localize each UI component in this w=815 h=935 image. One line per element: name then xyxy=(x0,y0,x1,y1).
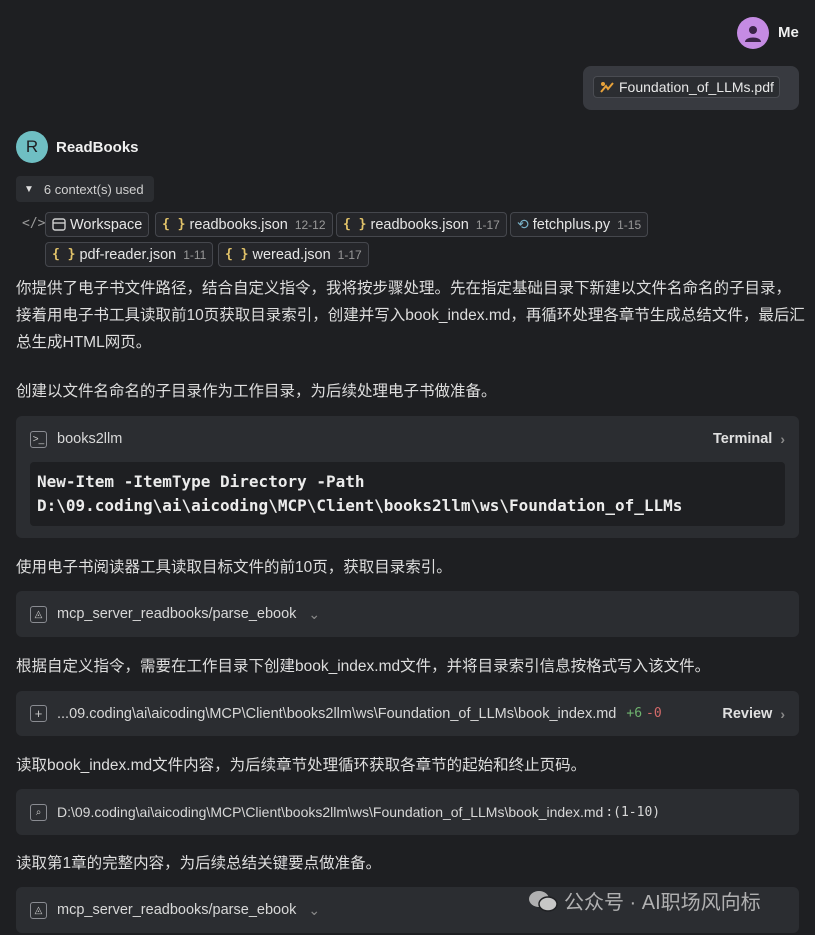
plus-icon: + xyxy=(30,705,47,722)
step-text-2: 使用电子书阅读器工具读取目标文件的前10页，获取目录索引。 xyxy=(16,559,452,576)
step-text-5: 读取第1章的完整内容，为后续总结关键要点做准备。 xyxy=(16,855,382,872)
user-name: Me xyxy=(778,24,799,41)
assistant-intro-text: 你提供了电子书文件路径，结合自定义指令，我将按步骤处理。先在指定基础目录下新建以… xyxy=(16,280,805,351)
json-icon: { } xyxy=(343,217,367,232)
tool-call-label: mcp_server_readbooks/parse_ebook xyxy=(57,606,297,622)
context-chip-range: 1-15 xyxy=(617,217,642,232)
chevron-down-icon[interactable]: ⌄ xyxy=(308,902,320,919)
assistant-avatar-letter: R xyxy=(25,137,39,156)
file-read-card[interactable]: ⌕ D:\09.coding\ai\aicoding\MCP\Client\bo… xyxy=(16,789,799,835)
attachment-name: Foundation_of_LLMs.pdf xyxy=(619,79,774,95)
context-chip-fetchplus-py[interactable]: ⟲ fetchplus.py 1-15 xyxy=(510,212,649,237)
chevron-right-icon: › xyxy=(780,431,785,447)
context-chip-name: readbooks.json xyxy=(370,216,469,233)
assistant-name: ReadBooks xyxy=(56,139,139,156)
json-icon: { } xyxy=(52,247,76,262)
assistant-avatar: R xyxy=(16,131,48,163)
context-chip-readbooks-json[interactable]: { } readbooks.json 1-17 xyxy=(336,212,507,237)
watermark-text: 公众号 · AI职场风向标 xyxy=(564,892,761,914)
review-button[interactable]: Review › xyxy=(722,706,785,722)
chevron-down-icon: ▼ xyxy=(24,183,34,195)
wechat-icon xyxy=(529,890,558,912)
context-chip-range: 1-11 xyxy=(183,247,207,262)
pdf-file-icon xyxy=(600,82,614,93)
context-chip-name: pdf-reader.json xyxy=(79,246,177,263)
context-chip-name: fetchplus.py xyxy=(532,216,611,233)
command-line: D:\09.coding\ai\aicoding\MCP\Client\book… xyxy=(37,496,683,515)
step-text-4: 读取book_index.md文件内容，为后续章节处理循环获取各章节的起始和终止… xyxy=(16,757,587,774)
json-icon: { } xyxy=(225,247,249,262)
tool-call-card[interactable]: ◬ mcp_server_readbooks/parse_ebook ⌄ xyxy=(16,591,799,637)
context-chip-name: Workspace xyxy=(70,216,143,233)
file-edit-card: + ...09.coding\ai\aicoding\MCP\Client\bo… xyxy=(16,691,799,736)
context-chip-pdf-reader-json[interactable]: { } pdf-reader.json 1-11 xyxy=(45,242,214,267)
open-terminal-button[interactable]: Terminal › xyxy=(713,431,785,447)
step-text-1: 创建以文件名命名的子目录作为工作目录，为后续处理电子书做准备。 xyxy=(16,383,497,400)
context-chip-weread-json[interactable]: { } weread.json 1-17 xyxy=(218,242,369,267)
context-chip-range: 12-12 xyxy=(294,217,326,232)
context-chip-workspace[interactable]: Workspace xyxy=(45,212,150,237)
terminal-icon: >_ xyxy=(30,430,47,448)
read-file-range: :(1-10) xyxy=(605,804,661,820)
workspace-icon xyxy=(52,218,66,231)
tool-icon: ◬ xyxy=(30,605,47,623)
lines-removed: -0 xyxy=(646,706,662,721)
user-message-bubble: Foundation_of_LLMs.pdf xyxy=(583,66,799,110)
context-chip-readbooks-json[interactable]: { } readbooks.json 12-12 xyxy=(155,212,333,237)
python-icon: ⟲ xyxy=(517,216,529,232)
context-chip-name: readbooks.json xyxy=(189,216,288,233)
contexts-toggle[interactable]: ▼ 6 context(s) used xyxy=(16,176,154,202)
tool-icon: ◬ xyxy=(30,901,47,919)
review-label: Review xyxy=(722,705,773,722)
context-chip-range: 1-17 xyxy=(337,247,362,262)
command-line: New-Item -ItemType Directory -Path xyxy=(37,472,365,491)
user-avatar xyxy=(737,17,769,49)
chevron-right-icon: › xyxy=(780,705,785,722)
watermark: 公众号 · AI职场风向标 xyxy=(528,886,761,915)
json-icon: { } xyxy=(162,217,186,232)
context-chip-range: 1-17 xyxy=(475,217,500,232)
contexts-label: 6 context(s) used xyxy=(43,181,144,197)
chevron-down-icon[interactable]: ⌄ xyxy=(308,606,320,623)
step-text-3: 根据自定义指令，需要在工作目录下创建book_index.md文件，并将目录索引… xyxy=(16,658,711,675)
read-file-path: D:\09.coding\ai\aicoding\MCP\Client\book… xyxy=(57,804,604,820)
search-icon: ⌕ xyxy=(30,803,47,821)
terminal-cwd: books2llm xyxy=(57,431,123,447)
terminal-card: >_ books2llm Terminal › New-Item -ItemTy… xyxy=(16,416,799,538)
context-chip-name: weread.json xyxy=(252,246,331,263)
terminal-command: New-Item -ItemType Directory -Path D:\09.… xyxy=(30,462,785,526)
terminal-action-label: Terminal xyxy=(712,431,773,447)
edited-file-path: ...09.coding\ai\aicoding\MCP\Client\book… xyxy=(57,705,617,722)
user-icon xyxy=(745,26,761,42)
lines-added: +6 xyxy=(626,706,643,721)
code-context-icon: </> xyxy=(22,216,46,231)
attachment-chip[interactable]: Foundation_of_LLMs.pdf xyxy=(593,76,780,98)
tool-call-label: mcp_server_readbooks/parse_ebook xyxy=(57,902,297,918)
